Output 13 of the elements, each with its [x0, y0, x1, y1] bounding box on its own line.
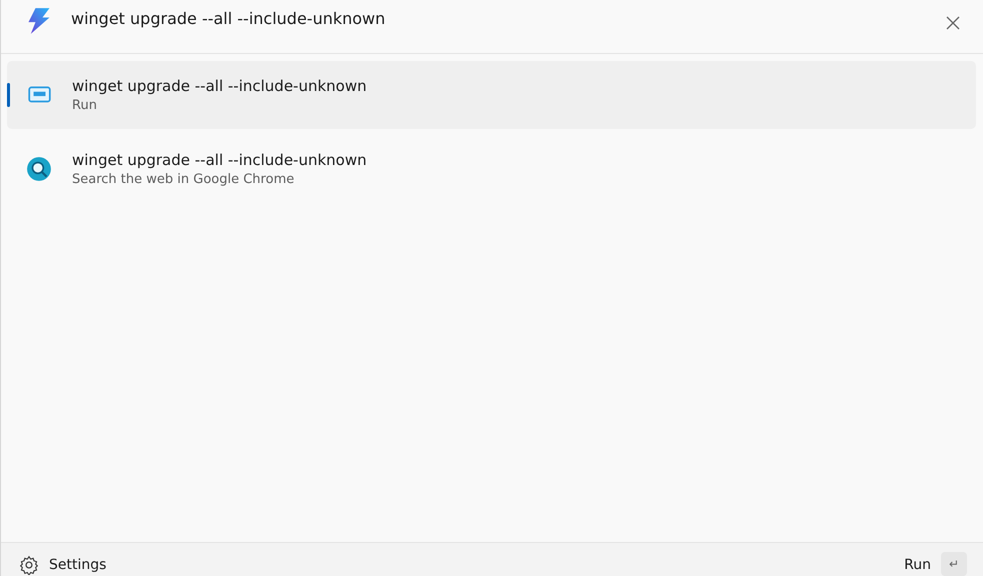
enter-key: ↵ [941, 552, 967, 576]
close-icon[interactable] [945, 15, 961, 31]
result-subtitle: Run [72, 98, 98, 113]
result-title: winget upgrade --all --include-unknown [72, 77, 367, 95]
result-item[interactable]: winget upgrade --all --include-unknown Search the web in Google Chrome [7, 135, 976, 203]
globe-search-icon [26, 156, 52, 182]
search-field[interactable]: winget upgrade --all --include-unknown [71, 4, 771, 32]
result-item[interactable]: winget upgrade --all --include-unknown Run [7, 61, 976, 129]
settings-icon [19, 555, 39, 575]
settings-button[interactable]: Settings [19, 553, 106, 576]
result-subtitle: Search the web in Google Chrome [72, 172, 296, 187]
result-title: winget upgrade --all --include-unknown [72, 151, 367, 169]
run-button[interactable]: Run [904, 553, 931, 576]
